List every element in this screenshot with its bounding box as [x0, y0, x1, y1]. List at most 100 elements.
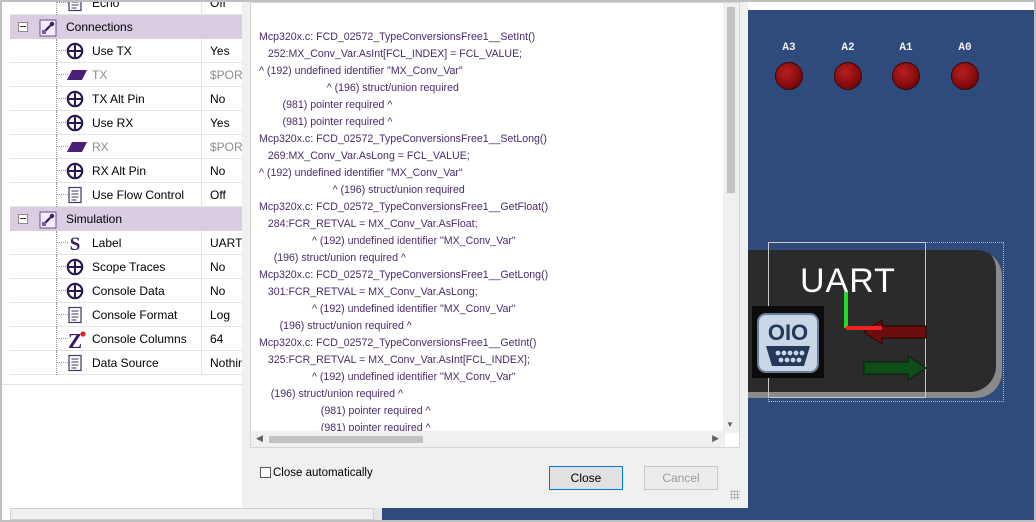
- crosshair-icon: [66, 162, 84, 180]
- tree-line: [56, 39, 57, 63]
- tree-line: [56, 63, 57, 87]
- property-row-use-rx[interactable]: Use RX Yes: [10, 111, 244, 135]
- property-name: Console Data: [92, 284, 165, 298]
- led-a2[interactable]: [834, 62, 862, 90]
- log-vertical-scrollbar[interactable]: ▼: [723, 3, 739, 433]
- scroll-down-arrow-icon[interactable]: ▼: [726, 420, 734, 429]
- category-simulation[interactable]: Simulation: [10, 207, 244, 231]
- close-automatically-checkbox[interactable]: Close automatically: [260, 467, 373, 479]
- svg-text:S: S: [70, 234, 81, 252]
- letter-s-icon: S: [66, 234, 84, 255]
- scroll-right-arrow-icon[interactable]: ▶: [712, 433, 719, 444]
- tree-line: [56, 183, 57, 207]
- property-row-console-columns[interactable]: Z Console Columns 64: [10, 327, 244, 353]
- property-name: Console Format: [92, 308, 178, 322]
- document-icon: [66, 354, 84, 372]
- log-line: (196) struct/union required ^: [259, 252, 406, 264]
- properties-panel: Echo Off Connections Use TX Yes TX $PORT TX Alt…: [10, 0, 250, 384]
- parallelogram-icon: [66, 66, 87, 84]
- tree-line: [56, 87, 57, 111]
- property-name: Data Source: [92, 356, 159, 370]
- log-line: Mcp320x.c: FCD_02572_TypeConversionsFree…: [259, 201, 549, 213]
- property-name: Use Flow Control: [92, 188, 185, 202]
- letter-z-icon: Z: [66, 329, 86, 353]
- document-icon: [66, 306, 84, 324]
- property-row-console-data[interactable]: Console Data No: [10, 279, 244, 303]
- crosshair-icon: [66, 114, 84, 132]
- document-icon: [66, 2, 84, 12]
- category-icon: [38, 210, 57, 229]
- crosshair-icon: [66, 258, 84, 276]
- pin-label-a3: A3: [782, 42, 796, 54]
- checkbox-box[interactable]: [260, 467, 271, 478]
- cancel-button[interactable]: Cancel: [644, 466, 718, 490]
- serial-port-icon: OIO: [752, 306, 824, 378]
- log-line: Mcp320x.c: FCD_02572_TypeConversionsFree…: [259, 133, 547, 145]
- resize-grip-icon[interactable]: [730, 490, 740, 500]
- property-name: TX Alt Pin: [92, 92, 145, 106]
- log-line: ^ (196) struct/union required: [259, 184, 465, 196]
- tree-line: [56, 303, 57, 327]
- properties-horizontal-scrollbar[interactable]: [10, 508, 374, 520]
- category-connections[interactable]: Connections: [10, 15, 244, 39]
- document-icon: [66, 186, 84, 204]
- log-line: 269:MX_Conv_Var.AsLong = FCL_VALUE;: [259, 150, 470, 162]
- pin-label-a2: A2: [841, 42, 855, 54]
- log-line: (196) struct/union required ^: [259, 320, 412, 332]
- log-horizontal-scrollbar[interactable]: ◀ ▶: [251, 431, 725, 447]
- log-line: ^ (196) struct/union required: [259, 82, 459, 94]
- log-line: Mcp320x.c: FCD_02572_TypeConversionsFree…: [259, 31, 536, 43]
- property-name: RX Alt Pin: [92, 164, 147, 178]
- led-a1[interactable]: [892, 62, 920, 90]
- log-line: (981) pointer required ^: [259, 116, 393, 128]
- property-row-use-tx[interactable]: Use TX Yes: [10, 39, 244, 63]
- compile-log[interactable]: Mcp320x.c: FCD_02572_TypeConversionsFree…: [250, 2, 740, 448]
- category-icon: [38, 18, 57, 37]
- svg-text:OIO: OIO: [768, 320, 808, 345]
- log-line: Mcp320x.c: FCD_02572_TypeConversionsFree…: [259, 337, 537, 349]
- category-label: Connections: [66, 20, 133, 34]
- property-row-echo[interactable]: Echo Off: [10, 0, 244, 15]
- log-line: 325:FCR_RETVAL = MX_Conv_Var.AsInt[FCL_I…: [259, 354, 530, 366]
- property-row-console-format[interactable]: Console Format Log: [10, 303, 244, 327]
- log-vertical-scroll-thumb[interactable]: [727, 7, 735, 193]
- tree-line: [56, 159, 57, 183]
- log-line: 252:MX_Conv_Var.AsInt[FCL_INDEX] = FCL_V…: [259, 48, 523, 60]
- property-name: Echo: [92, 0, 120, 10]
- property-name: RX: [92, 140, 109, 154]
- property-row-data-source[interactable]: Data Source Nothin: [10, 351, 245, 375]
- scroll-left-arrow-icon[interactable]: ◀: [256, 433, 263, 444]
- crosshair-icon: [66, 282, 84, 300]
- properties-empty-area: [2, 384, 242, 504]
- close-button[interactable]: Close: [549, 466, 623, 490]
- tree-line: [56, 351, 57, 375]
- log-line: ^ (192) undefined identifier "MX_Conv_Va…: [259, 371, 516, 383]
- close-automatically-label: Close automatically: [273, 467, 373, 479]
- uart-component[interactable]: UART OIO: [748, 242, 1004, 402]
- svg-text:Z: Z: [68, 330, 82, 350]
- log-line: (196) struct/union required ^: [259, 388, 403, 400]
- property-row-use-flow-control[interactable]: Use Flow Control Off: [10, 183, 244, 207]
- property-row-scope-traces[interactable]: Scope Traces No: [10, 255, 244, 279]
- parallelogram-icon: [66, 138, 87, 156]
- property-row-rx-alt-pin[interactable]: RX Alt Pin No: [10, 159, 244, 183]
- property-name: Label: [92, 236, 122, 250]
- crosshair-icon: [66, 90, 84, 108]
- led-a0[interactable]: [951, 62, 979, 90]
- app-window: Echo Off Connections Use TX Yes TX $PORT TX Alt…: [0, 0, 1036, 522]
- compile-log-text: Mcp320x.c: FCD_02572_TypeConversionsFree…: [259, 29, 727, 433]
- log-line: 301:FCR_RETVAL = MX_Conv_Var.AsLong;: [259, 286, 478, 298]
- tree-line: [56, 231, 57, 255]
- crosshair-icon: [66, 42, 84, 60]
- tree-line: [56, 255, 57, 279]
- transfer-arrows-icon: [844, 292, 927, 381]
- property-row-tx-alt-pin[interactable]: TX Alt Pin No: [10, 87, 244, 111]
- property-row-rx[interactable]: RX $PORT: [10, 135, 250, 159]
- log-horizontal-scroll-thumb[interactable]: [269, 436, 423, 443]
- led-a3[interactable]: [775, 62, 803, 90]
- collapse-toggle-icon[interactable]: [18, 22, 28, 32]
- collapse-toggle-icon[interactable]: [18, 214, 28, 224]
- property-row-tx[interactable]: TX $PORT: [10, 63, 250, 87]
- log-line: Mcp320x.c: FCD_02572_TypeConversionsFree…: [259, 269, 549, 281]
- property-row-label[interactable]: S Label UART: [10, 231, 244, 255]
